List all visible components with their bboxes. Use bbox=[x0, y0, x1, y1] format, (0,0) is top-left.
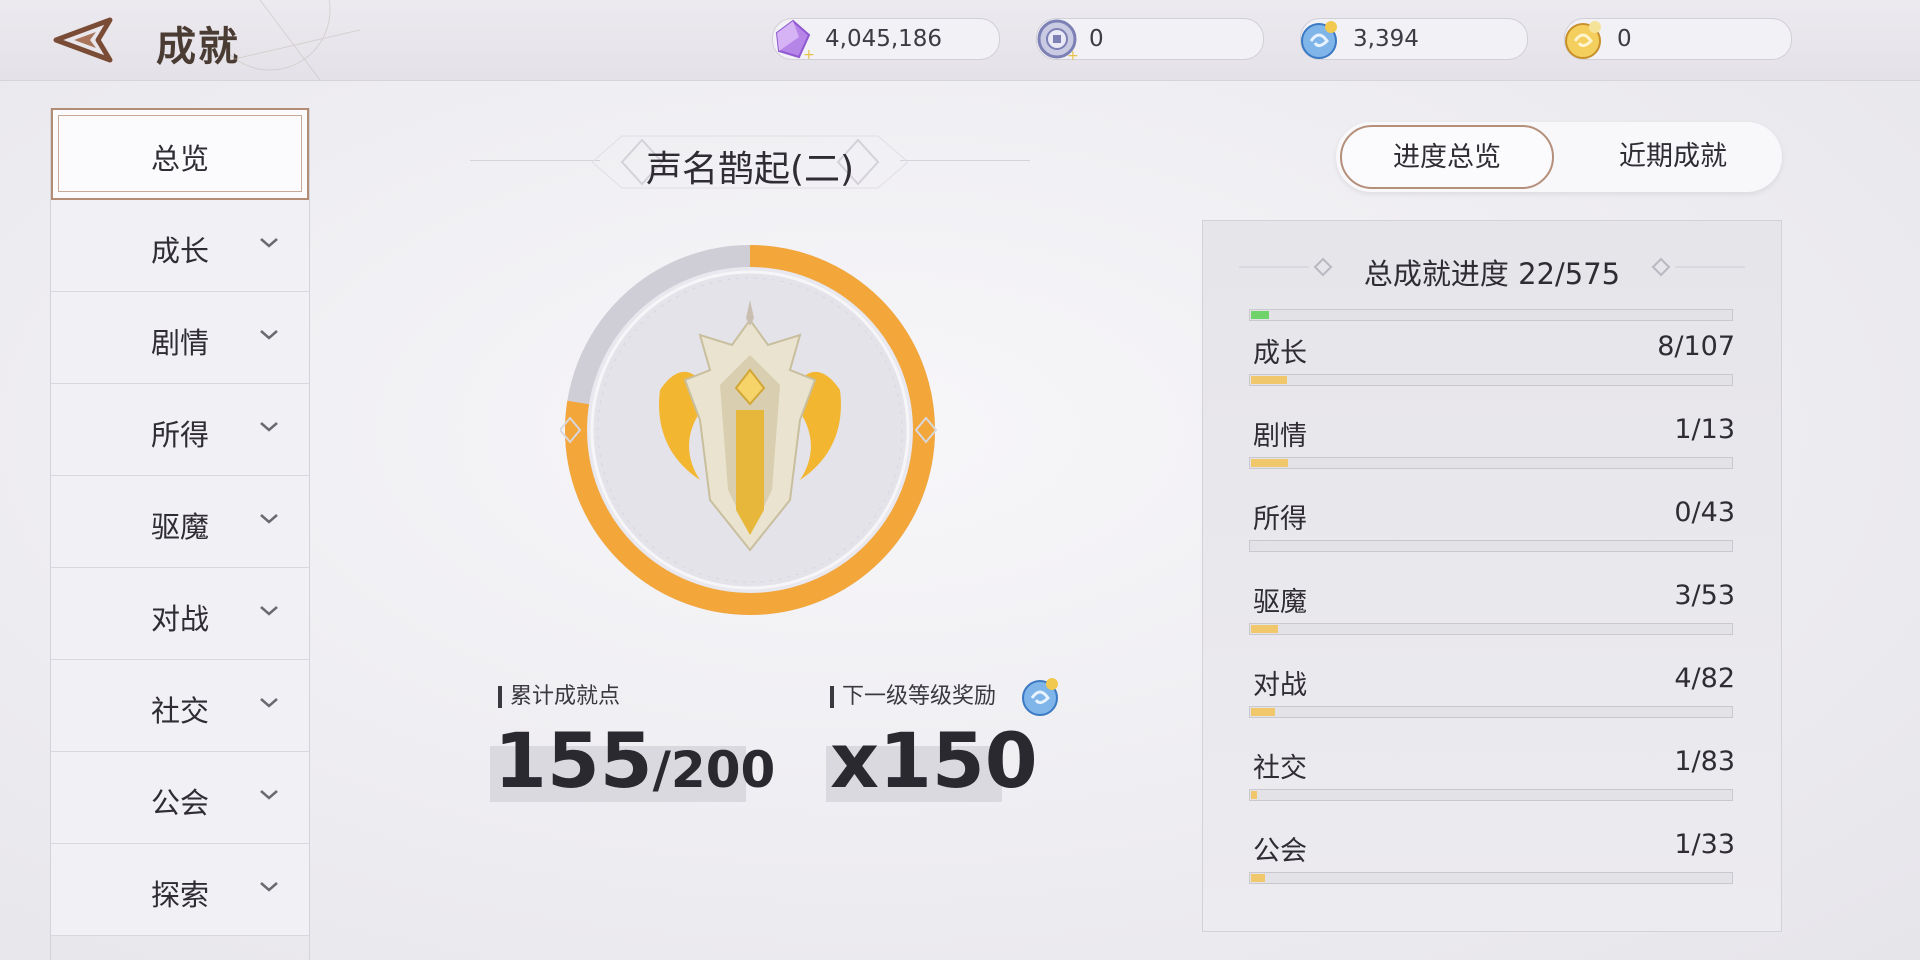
category-progress-bar bbox=[1249, 706, 1733, 718]
category-progress-bar bbox=[1249, 789, 1733, 801]
category-name: 成长 bbox=[1253, 338, 1307, 369]
category-name: 驱魔 bbox=[1253, 587, 1307, 618]
category-count: 4/82 bbox=[1674, 663, 1735, 694]
total-progress-fill bbox=[1251, 311, 1270, 319]
category-name: 所得 bbox=[1253, 504, 1307, 535]
svg-text:+: + bbox=[1067, 48, 1079, 63]
points-current: 155 bbox=[494, 716, 653, 805]
category-name: 剧情 bbox=[1253, 421, 1307, 452]
sidebar-item-acquired[interactable]: 所得 bbox=[51, 384, 309, 476]
currency-value: 0 bbox=[1089, 26, 1104, 52]
sidebar-item-overview[interactable]: 总览 bbox=[51, 108, 309, 200]
svg-text:+: + bbox=[803, 47, 815, 63]
chevron-down-icon bbox=[260, 422, 278, 432]
blue-orb-icon bbox=[1022, 678, 1058, 716]
total-progress-bar bbox=[1249, 309, 1733, 321]
chevron-down-icon bbox=[260, 514, 278, 524]
sidebar-item-exorcism[interactable]: 驱魔 bbox=[51, 476, 309, 568]
category-count: 3/53 bbox=[1674, 580, 1735, 611]
sidebar-item-story[interactable]: 剧情 bbox=[51, 292, 309, 384]
title-divider-left bbox=[470, 160, 600, 161]
category-progress-fill bbox=[1251, 376, 1288, 384]
category-progress-fill bbox=[1251, 874, 1266, 882]
category-progress-bar bbox=[1249, 374, 1733, 386]
category-progress-fill bbox=[1251, 625, 1279, 633]
sidebar-item-label: 总览 bbox=[150, 142, 209, 176]
points-total: /200 bbox=[652, 741, 776, 799]
chevron-down-icon bbox=[260, 698, 278, 708]
gold-orb-icon bbox=[1565, 21, 1601, 59]
category-count: 0/43 bbox=[1674, 497, 1735, 528]
top-bar: 成就 + 4,045,186 + 0 3,394 0 bbox=[0, 0, 1920, 81]
currency-value: 3,394 bbox=[1353, 26, 1419, 52]
category-progress-bar bbox=[1249, 623, 1733, 635]
points-label: 累计成就点 bbox=[498, 686, 620, 708]
progress-panel: 总成就进度 22/575 成长 8/107 剧情 1/13 所得 0/43 驱魔 3/53 对战… bbox=[1202, 220, 1782, 932]
category-count: 1/13 bbox=[1674, 414, 1735, 445]
category-progress-bar bbox=[1249, 457, 1733, 469]
chevron-down-icon bbox=[260, 330, 278, 340]
currency-value: 0 bbox=[1617, 26, 1632, 52]
purple-crystal-icon: + bbox=[775, 19, 815, 63]
chevron-down-icon bbox=[260, 790, 278, 800]
category-progress-bar bbox=[1249, 540, 1733, 552]
category-name: 公会 bbox=[1253, 836, 1307, 867]
category-progress-fill bbox=[1251, 708, 1275, 716]
reward-label: 下一级等级奖励 bbox=[830, 686, 996, 708]
category-count: 1/83 bbox=[1674, 746, 1735, 777]
page-title: 成就 bbox=[156, 24, 240, 70]
blue-orb-icon bbox=[1301, 21, 1337, 59]
achievement-badge[interactable] bbox=[558, 240, 940, 620]
silver-coin-icon: + bbox=[1037, 19, 1079, 63]
currency-silver-coin[interactable]: + 0 bbox=[1036, 18, 1264, 63]
currency-gold-orb[interactable]: 0 bbox=[1564, 18, 1792, 60]
tab-recent-achievements[interactable]: 近期成就 bbox=[1564, 122, 1782, 192]
category-name: 对战 bbox=[1253, 670, 1307, 701]
category-progress-fill bbox=[1251, 459, 1289, 467]
category-progress-fill bbox=[1251, 791, 1257, 799]
sidebar-item-growth[interactable]: 成长 bbox=[51, 200, 309, 292]
chevron-down-icon bbox=[260, 606, 278, 616]
tab-progress-overview[interactable]: 进度总览 bbox=[1340, 125, 1554, 189]
compass-decoration-icon bbox=[230, 0, 360, 80]
currency-blue-orb[interactable]: 3,394 bbox=[1300, 18, 1528, 60]
category-count: 8/107 bbox=[1657, 331, 1735, 362]
title-divider-right bbox=[900, 160, 1030, 161]
sidebar-item-explore[interactable]: 探索 bbox=[51, 844, 309, 936]
view-tabs: 进度总览 近期成就 bbox=[1336, 122, 1782, 192]
currency-crystal[interactable]: + 4,045,186 bbox=[772, 18, 1000, 63]
sidebar-item-guild[interactable]: 公会 bbox=[51, 752, 309, 844]
chevron-down-icon bbox=[260, 882, 278, 892]
total-progress-title: 总成就进度 22/575 bbox=[1363, 257, 1621, 291]
category-count: 1/33 bbox=[1674, 829, 1735, 860]
rank-title: 声名鹊起(二) bbox=[645, 149, 855, 190]
category-sidebar: 总览 成长 剧情 所得 驱魔 对战 社交 公会 探索 bbox=[50, 108, 310, 960]
currency-value: 4,045,186 bbox=[825, 26, 943, 52]
back-arrow-icon[interactable] bbox=[52, 14, 116, 66]
shield-emblem-icon bbox=[659, 300, 841, 552]
points-value: 155/200 bbox=[494, 716, 775, 805]
sidebar-item-social[interactable]: 社交 bbox=[51, 660, 309, 752]
chevron-down-icon bbox=[260, 238, 278, 248]
category-progress-bar bbox=[1249, 872, 1733, 884]
category-name: 社交 bbox=[1253, 753, 1307, 784]
sidebar-item-battle[interactable]: 对战 bbox=[51, 568, 309, 660]
reward-value: x150 bbox=[830, 716, 1038, 805]
